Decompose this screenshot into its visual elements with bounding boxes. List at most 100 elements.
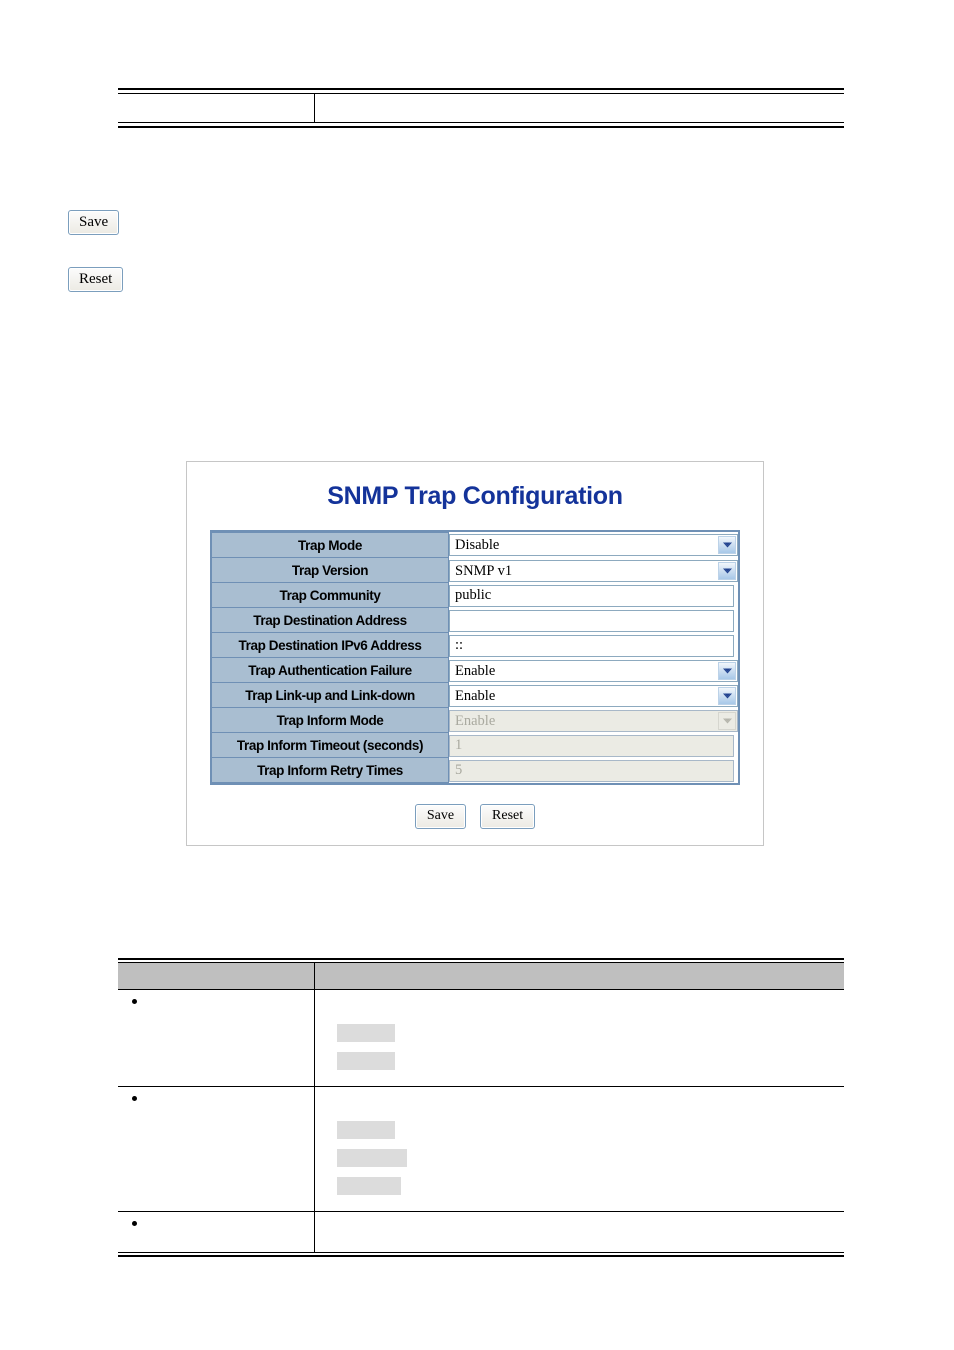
value-trap-inform-retry-times (449, 758, 738, 783)
table-cell-label (118, 93, 315, 123)
table-row (118, 989, 845, 1087)
value-trap-destination-address (449, 608, 738, 633)
table-row (118, 1211, 845, 1253)
trap-authentication-failure-select[interactable]: Enable (449, 659, 738, 682)
label-trap-inform-retry-times: Trap Inform Retry Times (212, 758, 449, 783)
redacted-block (336, 1149, 407, 1167)
trap-mode-value: Disable (455, 537, 500, 553)
label-trap-community: Trap Community (212, 583, 449, 608)
snmp-form-actions: Save Reset (187, 804, 763, 829)
trap-inform-mode-select: Enable (449, 709, 738, 732)
chevron-down-icon (718, 686, 736, 705)
trap-link-up-and-link-down-select[interactable]: Enable (449, 684, 738, 707)
description-text (337, 994, 845, 1008)
value-trap-version: SNMP v1 (449, 558, 738, 583)
label-trap-inform-timeout-seconds: Trap Inform Timeout (seconds) (212, 733, 449, 758)
label-trap-link-up-and-link-down: Trap Link-up and Link-down (212, 683, 449, 708)
description-body (315, 1091, 845, 1195)
rule-cell (118, 1252, 314, 1257)
table-cell-description (314, 1086, 845, 1212)
page-title: SNMP Trap Configuration (327, 482, 623, 510)
redacted-block (336, 1024, 395, 1042)
label-trap-destination-address: Trap Destination Address (212, 608, 449, 633)
table-cell-object (118, 1086, 315, 1212)
chevron-down-icon (718, 711, 736, 730)
table-rule-bottom (118, 122, 844, 128)
bullet-icon (132, 999, 137, 1005)
row-trap-community: Trap Community (212, 583, 738, 608)
snmp-save-button[interactable]: Save (414, 804, 467, 829)
reset-button[interactable]: Reset (68, 267, 124, 292)
rule-cell (118, 122, 314, 128)
object-description-table (118, 958, 844, 1257)
snmp-trap-form: Trap Mode Disable Trap Version SNMP v1 T… (210, 530, 740, 785)
column-header-description (314, 962, 844, 990)
bullet-item (118, 994, 314, 1008)
redacted-block (336, 1121, 395, 1139)
description-body (315, 994, 845, 1070)
rule-cell (314, 122, 844, 128)
table-cell-description (314, 94, 844, 123)
table-cell-object (118, 1211, 315, 1253)
value-trap-authentication-failure: Enable (449, 658, 738, 683)
value-trap-inform-timeout-seconds (449, 733, 738, 758)
label-trap-mode: Trap Mode (212, 532, 449, 558)
chevron-down-icon (718, 536, 736, 554)
table-cell-description (314, 1211, 845, 1253)
redacted-block (336, 1052, 395, 1070)
bullet-icon (132, 1096, 137, 1102)
row-trap-link-up-and-link-down: Trap Link-up and Link-down Enable (212, 683, 738, 708)
trap-destination-address-input[interactable] (449, 609, 734, 632)
value-trap-mode: Disable (449, 532, 738, 558)
redacted-block (336, 1177, 401, 1195)
row-trap-destination-ipv6-address: Trap Destination IPv6 Address (212, 633, 738, 658)
row-trap-inform-mode: Trap Inform Mode Enable (212, 708, 738, 733)
chevron-down-icon (718, 661, 736, 680)
rule-cell (314, 1252, 844, 1257)
row-trap-inform-retry-times: Trap Inform Retry Times (212, 758, 738, 783)
label-trap-inform-mode: Trap Inform Mode (212, 708, 449, 733)
description-text (337, 1216, 845, 1230)
row-trap-version: Trap Version SNMP v1 (212, 558, 738, 583)
trap-inform-mode-value: Enable (455, 712, 496, 729)
trap-authentication-failure-value: Enable (455, 662, 496, 679)
top-parameter-table (118, 88, 844, 128)
value-trap-inform-mode: Enable (449, 708, 738, 733)
table-row (118, 1086, 845, 1212)
row-trap-authentication-failure: Trap Authentication Failure Enable (212, 658, 738, 683)
value-trap-link-up-and-link-down: Enable (449, 683, 738, 708)
column-header-object (118, 962, 315, 990)
bullet-item (118, 1091, 314, 1105)
table-header-row (118, 962, 844, 990)
trap-inform-retry-times-input (449, 759, 734, 782)
table-row (118, 93, 844, 123)
trap-mode-select[interactable]: Disable (449, 534, 738, 556)
bullet-item (118, 1216, 314, 1230)
label-trap-authentication-failure: Trap Authentication Failure (212, 658, 449, 683)
snmp-trap-configuration-panel: SNMP Trap Configuration Trap Mode Disabl… (186, 461, 764, 846)
chevron-down-icon (718, 561, 736, 580)
trap-destination-ipv6-address-input[interactable] (449, 634, 734, 657)
trap-inform-timeout-seconds-input (449, 734, 734, 757)
save-button[interactable]: Save (68, 210, 120, 235)
table-rule-bottom (118, 1252, 844, 1257)
row-trap-mode: Trap Mode Disable (212, 532, 738, 558)
label-trap-destination-ipv6-address: Trap Destination IPv6 Address (212, 633, 449, 658)
row-trap-destination-address: Trap Destination Address (212, 608, 738, 633)
trap-version-select[interactable]: SNMP v1 (449, 559, 738, 582)
trap-link-up-and-link-down-value: Enable (455, 687, 496, 704)
value-trap-destination-ipv6-address (449, 633, 738, 658)
trap-community-input[interactable] (449, 584, 734, 607)
row-trap-inform-timeout-seconds: Trap Inform Timeout (seconds) (212, 733, 738, 758)
description-text (337, 1091, 845, 1105)
label-trap-version: Trap Version (212, 558, 449, 583)
value-trap-community (449, 583, 738, 608)
table-cell-object (118, 989, 315, 1087)
snmp-reset-button[interactable]: Reset (480, 804, 536, 829)
table-cell-description (314, 989, 845, 1087)
bullet-icon (132, 1221, 137, 1227)
description-body (315, 1216, 845, 1246)
